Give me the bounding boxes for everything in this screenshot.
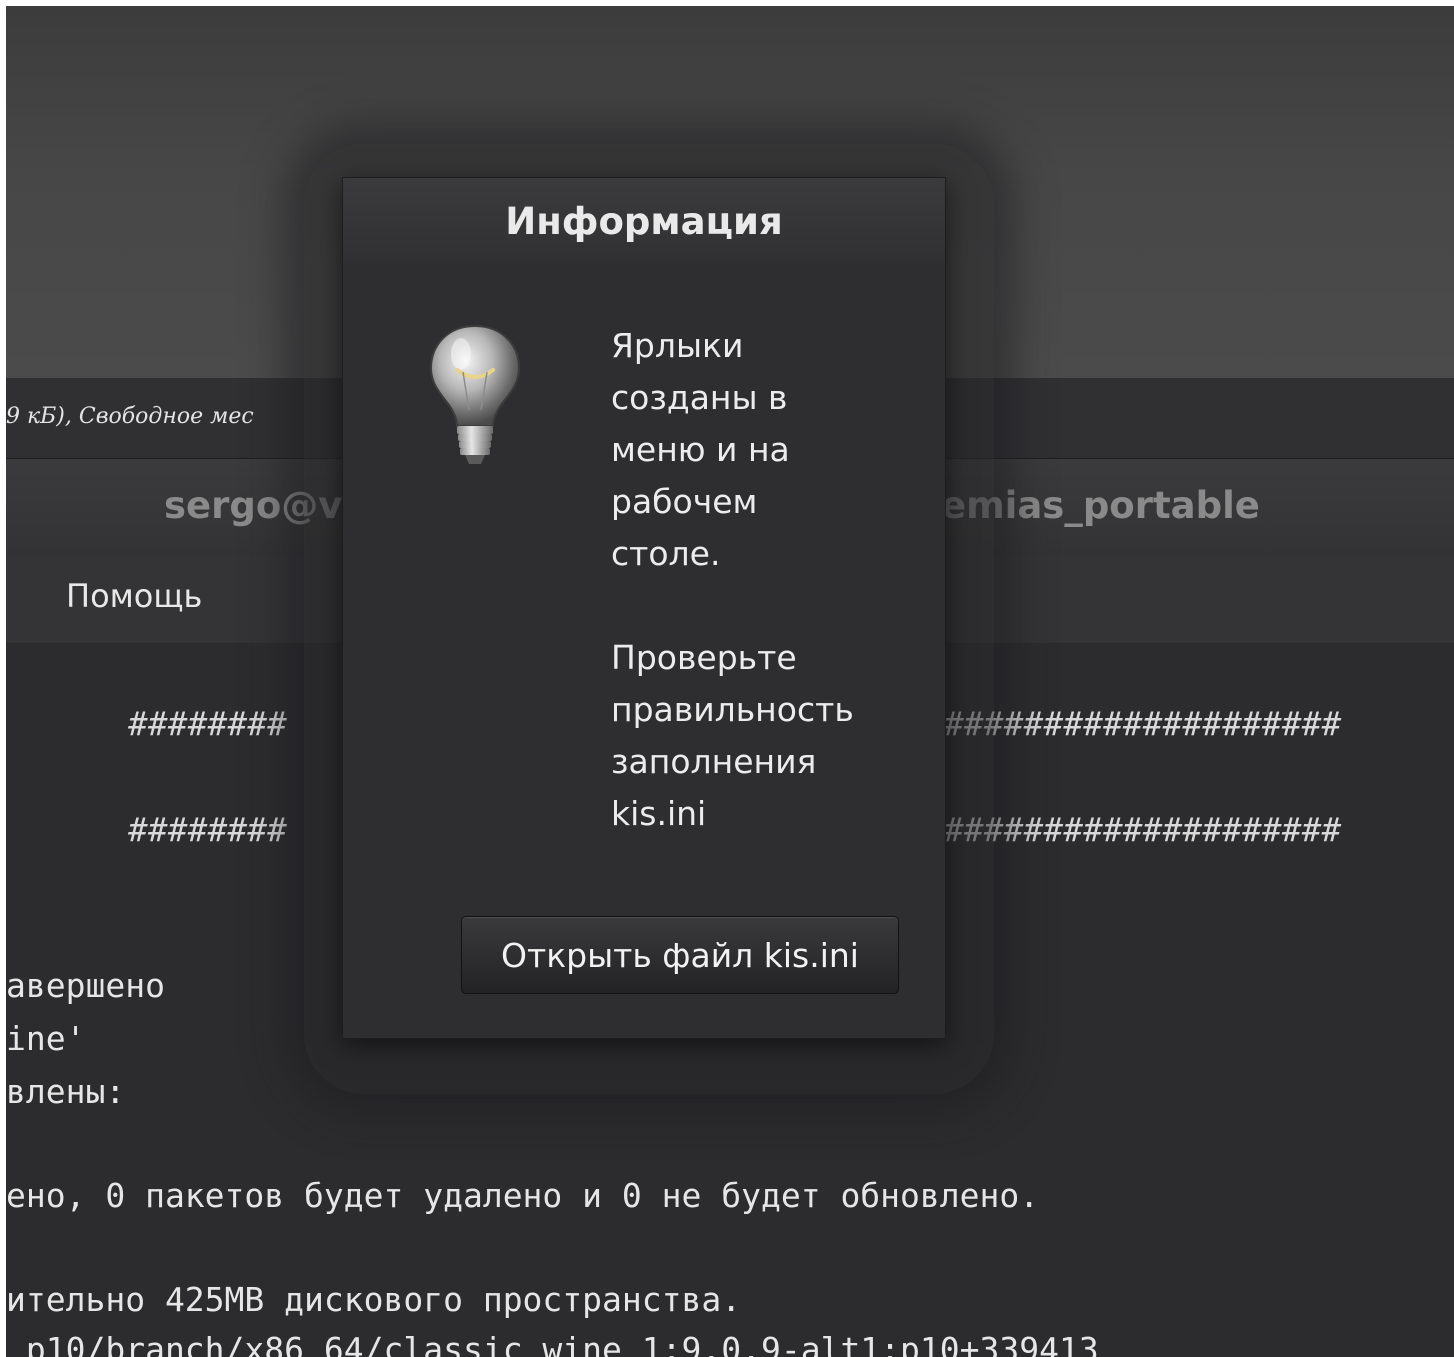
message-line: рабочем <box>611 482 758 521</box>
terminal-line: влены: <box>6 1072 126 1111</box>
message-line: Проверьте <box>611 638 797 677</box>
message-line: правильность <box>611 690 854 729</box>
free-space-status: 9 кБ), Свободное мес <box>6 404 254 429</box>
message-line: заполнения <box>611 742 817 781</box>
message-line: столе. <box>611 534 721 573</box>
terminal-line: авершено <box>6 966 165 1005</box>
dialog-message: Ярлыки созданы в меню и на рабочем столе… <box>611 320 941 840</box>
dialog-header[interactable]: Информация <box>343 178 945 264</box>
terminal-line: ительно 425MB дискового пространства. <box>6 1280 742 1319</box>
terminal-line: ine' <box>6 1019 86 1058</box>
open-kis-ini-button[interactable]: Открыть файл kis.ini <box>461 916 899 994</box>
info-dialog: Информация Ярлыки созданы в меню и на ра… <box>342 177 946 1039</box>
message-paragraph-1: Ярлыки созданы в меню и на рабочем столе… <box>611 320 941 580</box>
lightbulb-icon <box>429 324 521 464</box>
hash-line-left-2: ######## <box>128 810 287 849</box>
menu-item-help[interactable]: Помощь <box>66 577 202 615</box>
terminal-line: p10/branch/x86_64/classic wine 1:9.0.9-a… <box>6 1330 1099 1357</box>
hash-line-right-1: #################### <box>944 704 1342 743</box>
message-line: kis.ini <box>611 794 707 833</box>
terminal-line: ено, 0 пакетов будет удалено и 0 не буде… <box>6 1176 1040 1215</box>
dialog-title: Информация <box>505 200 783 243</box>
message-line: меню и на <box>611 430 790 469</box>
hash-line-left-1: ######## <box>128 704 287 743</box>
hash-line-right-2: #################### <box>944 810 1342 849</box>
screen: 9 кБ), Свободное мес sergo@v emias_porta… <box>6 6 1454 1357</box>
message-line: созданы в <box>611 378 788 417</box>
message-line: Ярлыки <box>611 326 744 365</box>
message-paragraph-2: Проверьте правильность заполнения kis.in… <box>611 632 941 840</box>
